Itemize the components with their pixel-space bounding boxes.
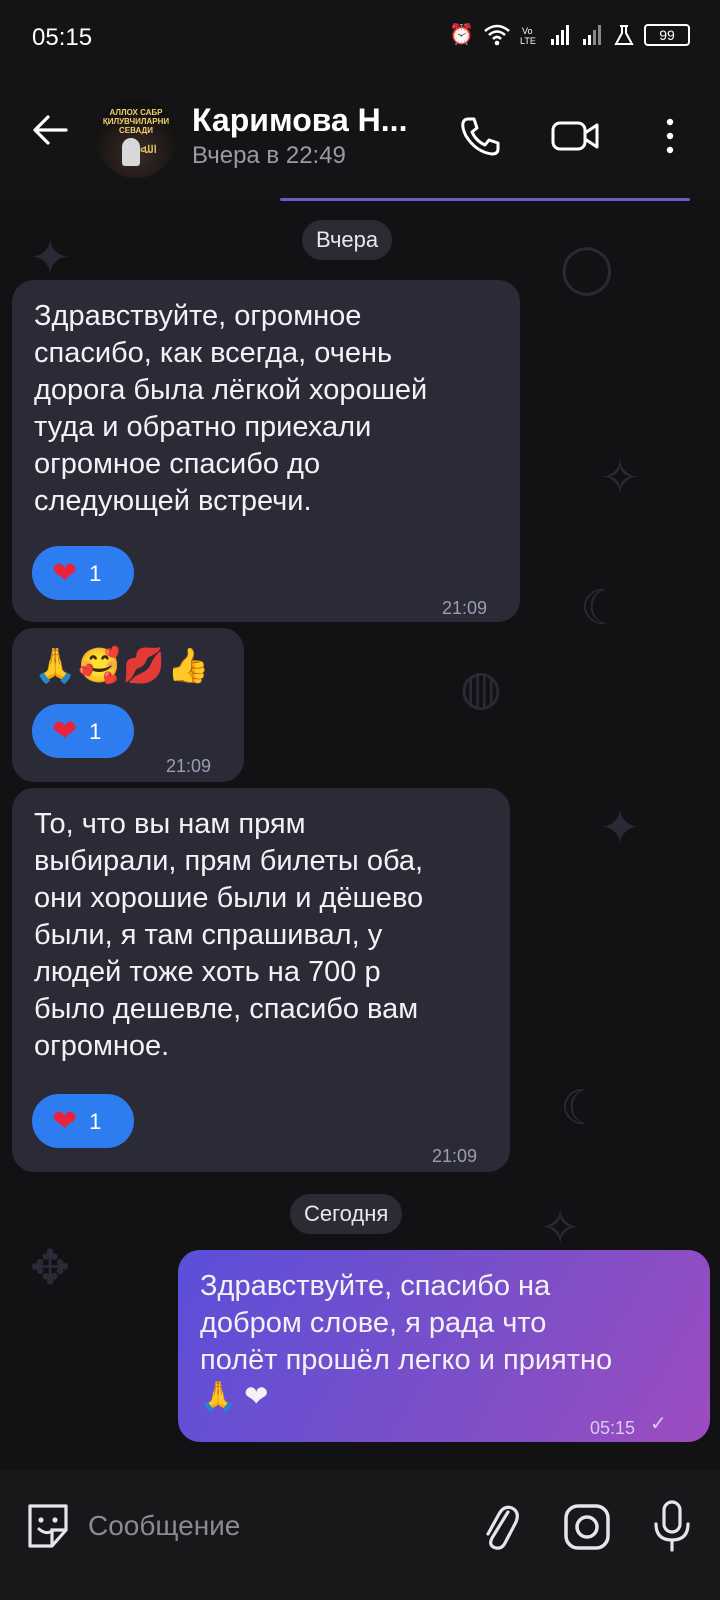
- reaction-chip[interactable]: ❤ 1: [32, 704, 134, 758]
- message-time: 21:09: [432, 1146, 478, 1166]
- paperclip-icon[interactable]: [478, 1498, 522, 1554]
- message-text: Здравствуйте, спасибо на добром слове, я…: [200, 1270, 613, 1413]
- reaction-count: 1: [89, 560, 102, 586]
- instagram-camera-icon[interactable]: [562, 1502, 612, 1552]
- star-doodle-icon: ✧: [600, 452, 641, 505]
- chat-area[interactable]: ✦ ◯ ✧ ☾ ◍ ⚛ ✦ ☾ ✧ ✥ Вчера Здравствуйте, …: [0, 200, 720, 1470]
- heart-reaction-icon: ❤: [52, 1104, 78, 1138]
- video-camera-icon[interactable]: [550, 116, 602, 156]
- message-text: Здравствуйте, огромное спасибо, как всег…: [34, 300, 428, 517]
- last-seen-status: Вчера в 22:49: [192, 142, 346, 169]
- message-time: 05:15: [590, 1418, 636, 1438]
- more-vertical-icon[interactable]: [660, 114, 680, 158]
- alarm-icon: ⏰: [449, 24, 474, 46]
- lab-flask-icon: [614, 24, 634, 45]
- message-time: 21:09: [442, 598, 488, 618]
- reaction-chip[interactable]: ❤ 1: [32, 1094, 134, 1148]
- rocket-doodle-icon-2: ✦: [600, 802, 641, 855]
- planet-doodle-icon: ◯: [560, 242, 614, 295]
- svg-text:LTE: LTE: [520, 36, 536, 46]
- avatar-calligraphy: ﷲ: [140, 140, 149, 156]
- star-doodle-icon-2: ✧: [540, 1202, 581, 1255]
- satellite-doodle-icon: ✥: [30, 1242, 71, 1295]
- incoming-message[interactable]: Здравствуйте, огромное спасибо, как всег…: [12, 280, 520, 622]
- planet-doodle-icon-2: ◍: [460, 662, 502, 715]
- message-text: 🙏🥰💋👍: [34, 647, 212, 685]
- volte-icon: VoLTE: [520, 26, 536, 46]
- incoming-message[interactable]: 🙏🥰💋👍 ❤ 1 21:09: [12, 628, 244, 782]
- battery-icon: 99: [644, 23, 690, 46]
- message-text: То, что вы нам прям выбирали, прям билет…: [34, 808, 424, 1062]
- reaction-count: 1: [89, 718, 102, 744]
- signal-icon-2: [583, 24, 601, 45]
- sticker-icon[interactable]: [22, 1500, 74, 1552]
- sent-check-icon: ✓: [650, 1413, 667, 1435]
- outgoing-message[interactable]: Здравствуйте, спасибо на добром слове, я…: [178, 1250, 710, 1442]
- date-separator-today: Сегодня: [290, 1194, 403, 1234]
- microphone-icon[interactable]: [652, 1498, 692, 1554]
- avatar[interactable]: АЛЛОХ САБР ҚИЛУВЧИЛАРНИ СЕВАДИ ﷲ: [96, 98, 176, 178]
- chat-header: АЛЛОХ САБР ҚИЛУВЧИЛАРНИ СЕВАДИ ﷲ Каримов…: [0, 70, 720, 200]
- rocket-doodle-icon: ✦: [30, 232, 71, 285]
- signal-icon: [551, 24, 569, 45]
- status-icons: ⏰ Vo LTE 99: [449, 22, 690, 47]
- contact-name[interactable]: Каримова Н...: [192, 102, 407, 139]
- message-time: 21:09: [166, 756, 212, 776]
- message-input[interactable]: Сообщение: [88, 1498, 448, 1554]
- heart-reaction-icon: ❤: [52, 556, 78, 590]
- date-separator-yesterday: Вчера: [302, 220, 393, 260]
- status-bar: 05:15 ⏰ Vo LTE 99: [0, 0, 720, 70]
- avatar-figure: [122, 138, 140, 166]
- status-time: 05:15: [32, 24, 93, 51]
- moon-doodle-icon-2: ☾: [560, 1082, 604, 1135]
- reaction-count: 1: [89, 1108, 102, 1134]
- svg-text:Vo: Vo: [522, 26, 533, 36]
- reaction-chip[interactable]: ❤ 1: [32, 546, 134, 600]
- back-arrow-icon[interactable]: [28, 108, 72, 152]
- message-input-bar: Сообщение: [0, 1470, 720, 1600]
- avatar-caption: АЛЛОХ САБР ҚИЛУВЧИЛАРНИ СЕВАДИ: [102, 108, 170, 135]
- phone-icon[interactable]: [458, 114, 502, 158]
- wifi-icon: [484, 24, 510, 45]
- incoming-message[interactable]: То, что вы нам прям выбирали, прям билет…: [12, 788, 510, 1172]
- heart-reaction-icon: ❤: [52, 714, 78, 748]
- moon-doodle-icon: ☾: [580, 582, 624, 635]
